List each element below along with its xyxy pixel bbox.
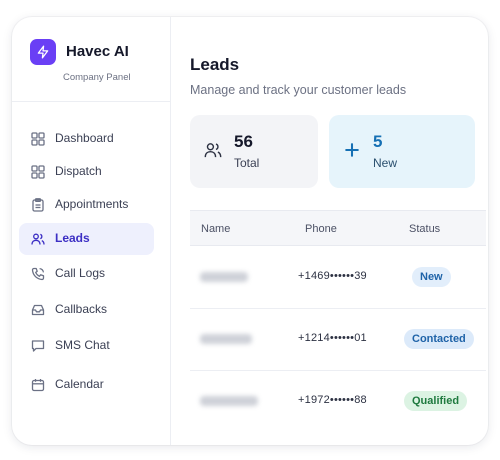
sidebar-item-label: Leads [55, 231, 90, 245]
grid-icon [31, 165, 45, 179]
column-header-name[interactable]: Name [201, 223, 230, 235]
column-header-phone[interactable]: Phone [305, 223, 337, 235]
status-badge: Contacted [404, 329, 474, 349]
sidebar-item-appointments[interactable]: Appointments [19, 189, 154, 221]
app-window: Havec AI Company Panel Dashboard Dispatc… [12, 17, 488, 445]
stat-value: 5 [373, 132, 383, 151]
status-badge: New [412, 267, 451, 287]
lightning-icon [30, 39, 56, 65]
stat-label: Total [234, 156, 260, 170]
sidebar-item-dashboard[interactable]: Dashboard [19, 123, 154, 155]
stat-card-new: 5 New [329, 115, 475, 188]
plus-icon [343, 141, 361, 159]
sidebar-item-label: Callbacks [55, 302, 108, 316]
sidebar-item-callbacks[interactable]: Callbacks [19, 294, 154, 326]
sidebar-item-label: Call Logs [55, 266, 106, 280]
chat-icon [31, 339, 45, 353]
brand: Havec AI Company Panel [30, 39, 160, 109]
calendar-icon [31, 378, 45, 392]
sidebar-item-calendar[interactable]: Calendar [19, 369, 154, 401]
lead-name-redacted [200, 272, 248, 282]
table-row[interactable]: +1972••••••88 Qualified [190, 371, 486, 433]
table-row[interactable]: +1214••••••01 Contacted [190, 309, 486, 371]
users-icon [31, 232, 45, 246]
sidebar-item-leads[interactable]: Leads [19, 223, 154, 255]
sidebar-divider [12, 101, 171, 102]
sidebar-item-label: SMS Chat [55, 338, 110, 352]
sidebar-item-dispatch[interactable]: Dispatch [19, 156, 154, 188]
users-icon [204, 141, 222, 159]
lead-phone: +1214••••••01 [298, 332, 367, 344]
lead-name-redacted [200, 334, 252, 344]
phone-icon [31, 267, 45, 281]
sidebar-item-label: Calendar [55, 377, 104, 391]
column-header-status[interactable]: Status [409, 223, 440, 235]
table-header: Name Phone Status [190, 210, 486, 246]
sidebar-item-sms-chat[interactable]: SMS Chat [19, 330, 154, 362]
sidebar-item-label: Dispatch [55, 164, 102, 178]
clipboard-icon [31, 198, 45, 212]
table-row[interactable]: +1469••••••39 New [190, 247, 486, 309]
lead-name-redacted [200, 396, 258, 406]
brand-subtitle: Company Panel [63, 72, 131, 83]
page-subtitle: Manage and track your customer leads [190, 83, 407, 97]
status-badge: Qualified [404, 391, 468, 411]
main-content: Leads Manage and track your customer lea… [172, 17, 488, 445]
stat-label: New [373, 156, 398, 170]
sidebar-item-label: Appointments [55, 197, 129, 211]
stat-card-total: 56 Total [190, 115, 318, 188]
stat-value: 56 [234, 132, 253, 151]
inbox-icon [31, 303, 45, 317]
grid-icon [31, 132, 45, 146]
lead-phone: +1469••••••39 [298, 270, 367, 282]
sidebar-item-label: Dashboard [55, 131, 114, 145]
page-title: Leads [190, 55, 240, 74]
lead-phone: +1972••••••88 [298, 394, 367, 406]
sidebar-item-call-logs[interactable]: Call Logs [19, 258, 154, 290]
sidebar: Havec AI Company Panel Dashboard Dispatc… [12, 17, 171, 445]
brand-name: Havec AI [66, 43, 129, 60]
